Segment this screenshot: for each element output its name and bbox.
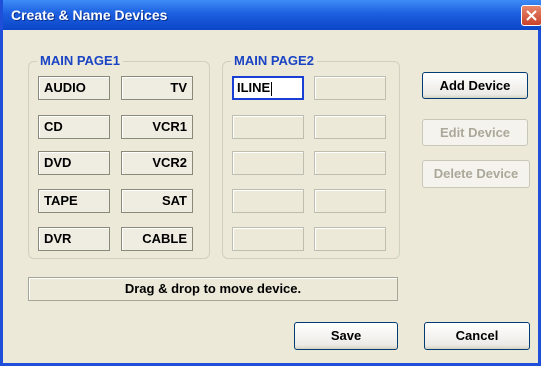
device-slot-p1-5[interactable]: DVD [38,151,110,175]
edit-device-button[interactable]: Edit Device [422,119,528,146]
close-icon [526,10,537,21]
device-slot-p1-4[interactable]: VCR1 [121,115,193,139]
device-slot-p1-10[interactable]: CABLE [121,227,193,251]
device-slot-p1-1[interactable]: AUDIO [38,76,110,100]
device-slot-p2-5[interactable] [232,151,304,175]
device-slot-p2-9[interactable] [232,227,304,251]
device-slot-p2-1[interactable]: ILINE [232,76,304,100]
device-name-input[interactable]: ILINE [237,80,270,95]
cancel-button[interactable]: Cancel [424,322,530,350]
add-device-button[interactable]: Add Device [422,72,528,99]
title-bar[interactable]: Create & Name Devices [3,0,541,30]
device-slot-p1-9[interactable]: DVR [38,227,110,251]
device-slot-p1-7[interactable]: TAPE [38,189,110,213]
close-button[interactable] [521,5,541,26]
device-slot-p1-3[interactable]: CD [38,115,110,139]
main-page1-legend: MAIN PAGE1 [37,53,123,68]
delete-device-button[interactable]: Delete Device [422,160,530,188]
device-slot-p2-6[interactable] [314,151,386,175]
status-hint: Drag & drop to move device. [28,277,398,301]
save-button[interactable]: Save [294,322,398,350]
device-slot-p2-3[interactable] [232,115,304,139]
window-title: Create & Name Devices [11,7,168,23]
main-page2-legend: MAIN PAGE2 [231,53,317,68]
device-slot-p2-8[interactable] [314,189,386,213]
device-slot-p1-2[interactable]: TV [121,76,193,100]
device-slot-p2-2[interactable] [314,76,386,100]
text-caret [271,81,273,96]
device-slot-p1-8[interactable]: SAT [121,189,193,213]
device-slot-p2-4[interactable] [314,115,386,139]
device-slot-p2-10[interactable] [314,227,386,251]
device-slot-p1-6[interactable]: VCR2 [121,151,193,175]
device-slot-p2-7[interactable] [232,189,304,213]
